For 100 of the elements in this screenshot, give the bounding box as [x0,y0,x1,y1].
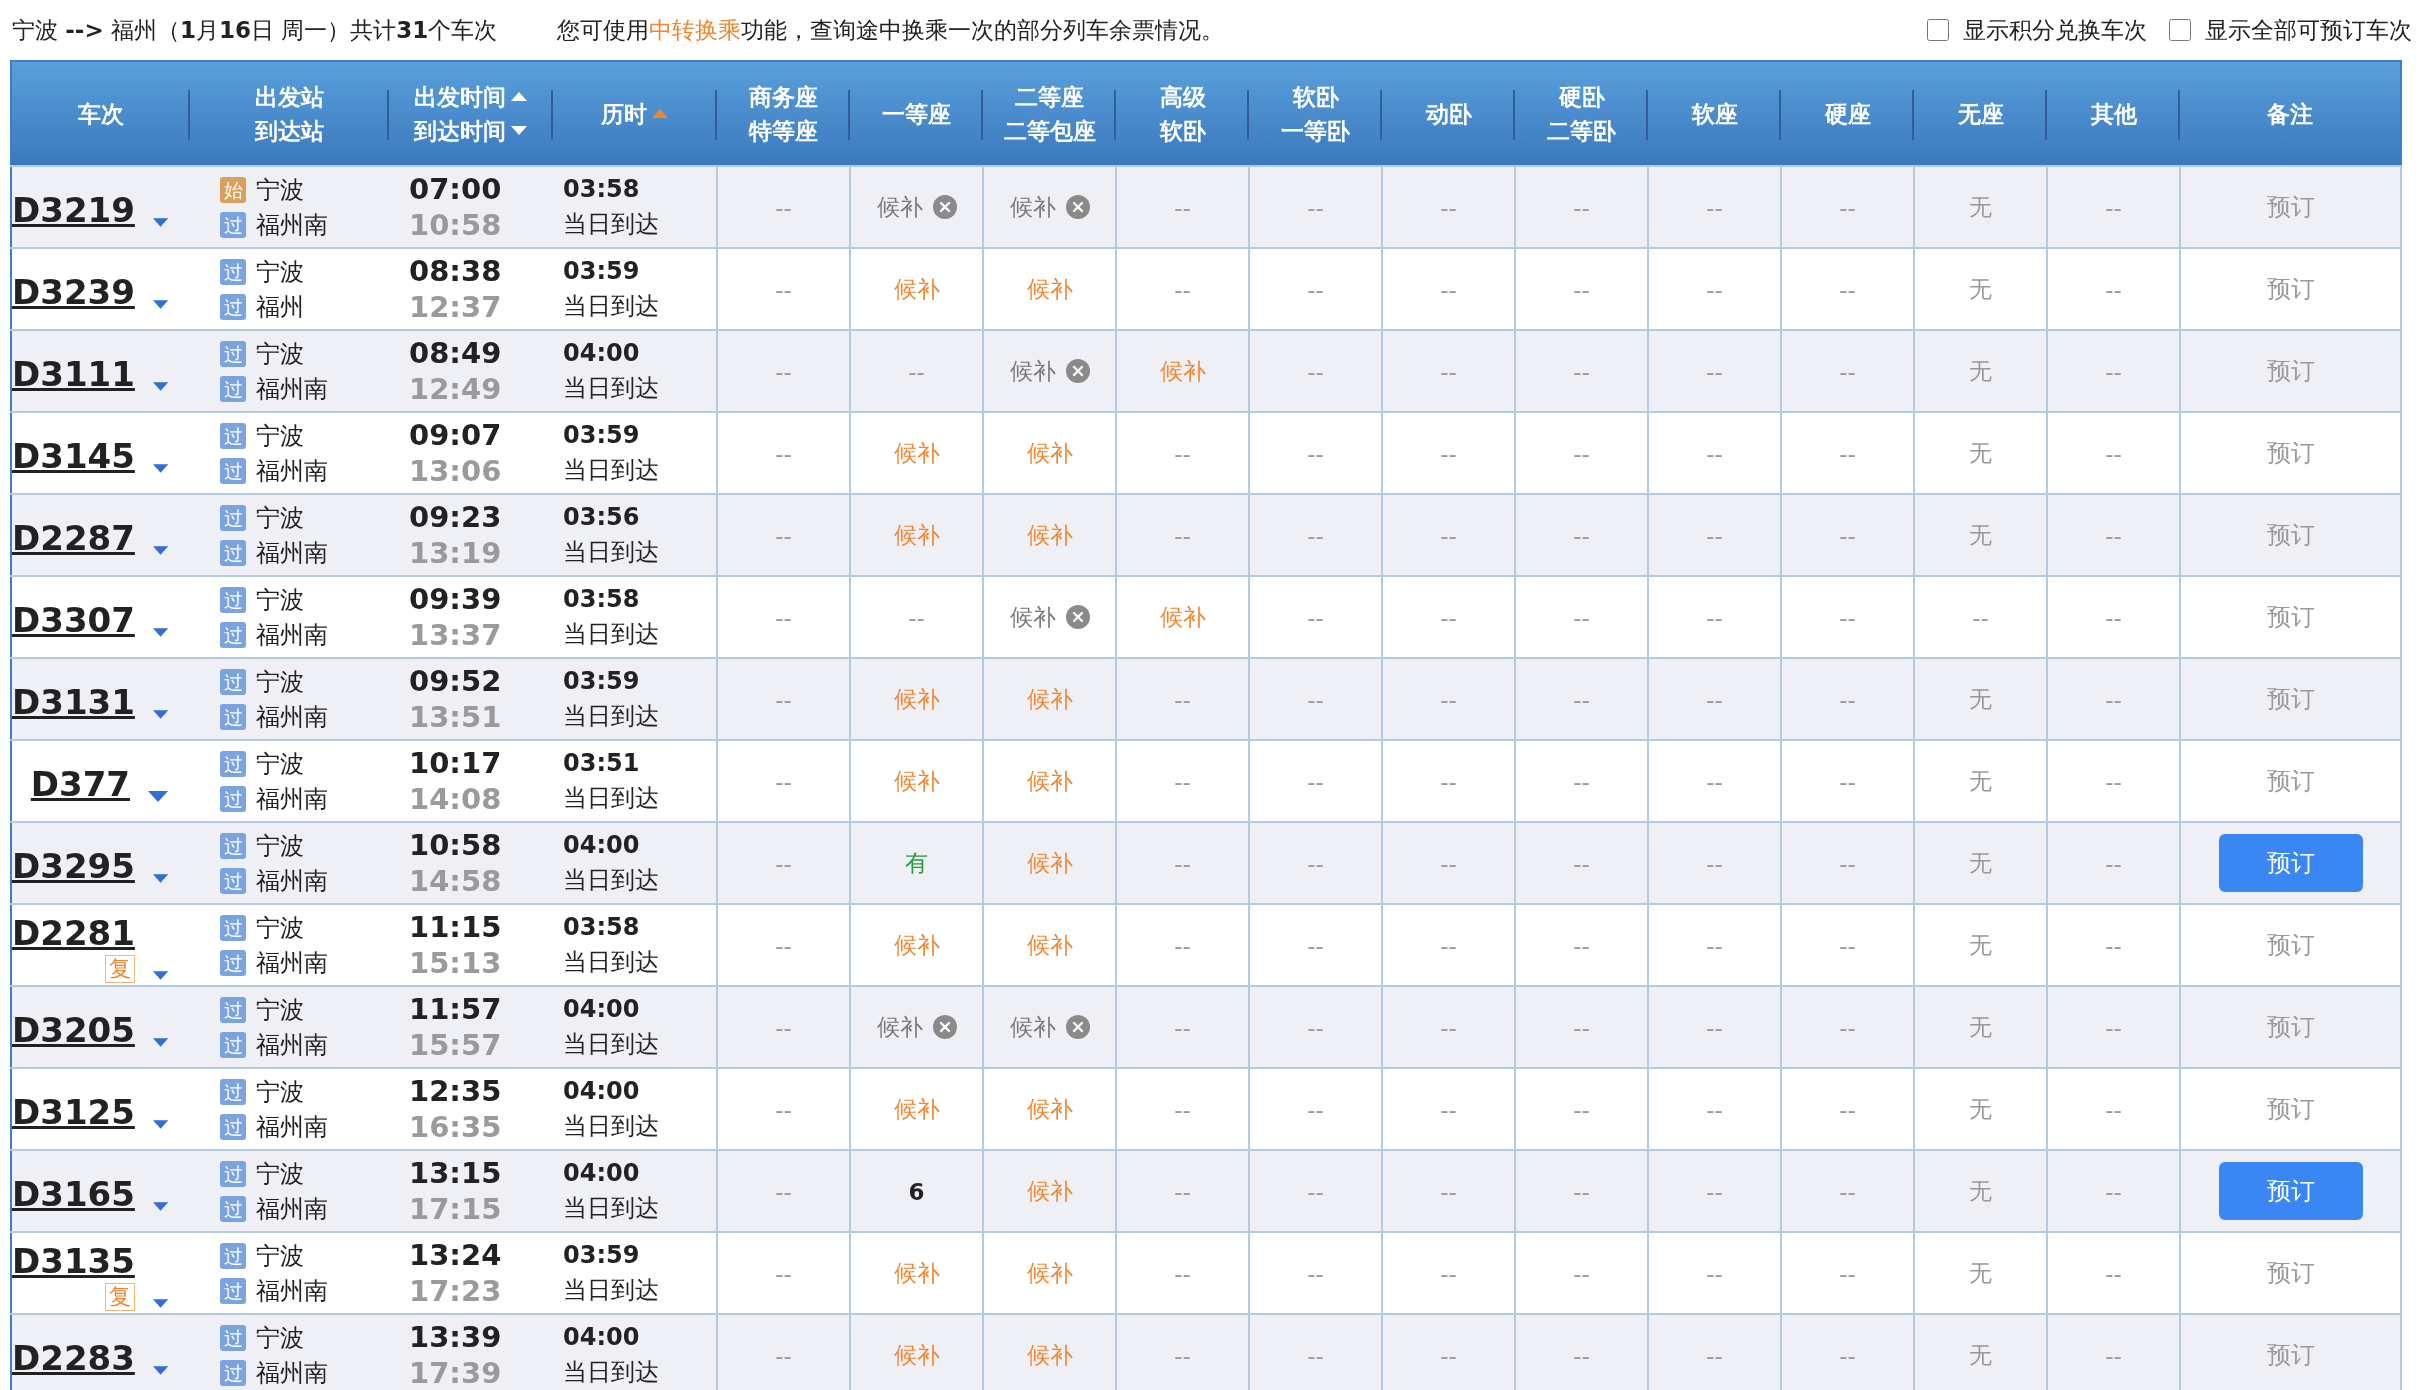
dropdown-caret-icon[interactable] [152,1119,168,1130]
dropdown-caret-icon[interactable] [152,970,168,981]
train-number-link[interactable]: D3295 [12,846,135,886]
seat-status[interactable]: 候补 [893,1095,940,1122]
seat-status[interactable]: 候补 [1026,521,1073,548]
sort-down-icon[interactable] [510,124,528,137]
seat-status: 无 [1969,1177,1992,1204]
seat-status[interactable]: 候补 [1026,1177,1073,1204]
train-number-link[interactable]: D3165 [12,1174,135,1214]
seat-status: -- [2105,604,2122,631]
dropdown-caret-icon[interactable] [152,463,168,474]
checkbox-label: 显示积分兑换车次 [1963,15,2147,45]
seat-status: -- [775,1178,792,1205]
seat-status[interactable]: 候补 [893,1341,940,1368]
seat-status[interactable]: 候补 [1026,849,1073,876]
seat-status[interactable]: 候补 [1026,1341,1073,1368]
duration: 04:00 [563,994,641,1025]
seat-status: -- [1972,604,1989,631]
dropdown-caret-icon[interactable] [152,627,168,638]
station-name: 福州 [256,291,304,323]
train-number-link[interactable]: D377 [30,764,130,804]
arrival-time: 13:37 [409,617,503,653]
transfer-link[interactable]: 中转换乘 [649,16,742,43]
train-number-link[interactable]: D3205 [12,1010,135,1050]
sort-up-icon[interactable] [510,90,528,103]
seat-status: 候补 [1009,193,1056,220]
dropdown-caret-icon[interactable] [152,545,168,556]
book-button[interactable]: 预订 [2266,355,2315,387]
dropdown-caret-icon[interactable] [152,1201,168,1212]
book-button[interactable]: 预订 [2266,1257,2315,1289]
seat-status: 无 [1969,849,1992,876]
book-button[interactable]: 预订 [2266,519,2315,551]
train-number-link[interactable]: D3307 [12,600,135,640]
book-button[interactable]: 预订 [2266,683,2315,715]
dropdown-caret-icon[interactable] [148,791,168,802]
seat-status[interactable]: 候补 [1159,357,1206,384]
transfer-hint: 您可使用中转换乘功能，查询途中换乘一次的部分列车余票情况。 [557,15,1225,45]
checkbox[interactable] [2169,19,2191,41]
seat-status[interactable]: 候补 [893,439,940,466]
column-header: 到达站 [255,116,324,146]
seat-status[interactable]: 候补 [1026,1259,1073,1286]
seat-status: -- [2105,522,2122,549]
train-number-link[interactable]: D3131 [12,682,135,722]
seat-status[interactable]: 候补 [893,931,940,958]
seat-status[interactable]: 6 [908,1178,925,1205]
dropdown-caret-icon[interactable] [152,1298,168,1309]
dropdown-caret-icon[interactable] [152,217,168,228]
seat-status[interactable]: 候补 [1026,767,1073,794]
book-button[interactable]: 预订 [2266,273,2315,305]
train-number-link[interactable]: D3145 [12,436,135,476]
dropdown-caret-icon[interactable] [152,1037,168,1048]
station-badge: 过 [220,621,246,648]
dropdown-caret-icon[interactable] [152,299,168,310]
seat-status: -- [1440,1096,1457,1123]
train-number-link[interactable]: D2283 [12,1338,135,1378]
book-button[interactable]: 预订 [2266,437,2315,469]
seat-status[interactable]: 候补 [1026,931,1073,958]
seat-status: -- [775,850,792,877]
station-badge: 过 [220,914,246,941]
book-button[interactable]: 预订 [2218,834,2363,892]
seat-status[interactable]: 候补 [893,521,940,548]
seat-status[interactable]: 候补 [1026,275,1073,302]
train-number-link[interactable]: D3239 [12,272,135,312]
book-button[interactable]: 预订 [2266,1339,2315,1371]
seat-status: -- [1307,932,1324,959]
seat-status[interactable]: 有 [905,849,928,876]
book-button[interactable]: 预订 [2266,1093,2315,1125]
column-header: 出发站 [255,82,324,112]
arrival-day: 当日到达 [563,1109,716,1144]
dropdown-caret-icon[interactable] [152,1365,168,1376]
seat-status[interactable]: 候补 [1026,439,1073,466]
seat-status[interactable]: 候补 [893,767,940,794]
station-name: 福州南 [256,209,328,241]
book-button[interactable]: 预订 [2266,929,2315,961]
seat-status[interactable]: 候补 [1026,1095,1073,1122]
dropdown-caret-icon[interactable] [152,381,168,392]
checkbox[interactable] [1927,19,1949,41]
train-number-link[interactable]: D3125 [12,1092,135,1132]
train-number-link[interactable]: D3135 [12,1241,135,1281]
book-button[interactable]: 预订 [2266,1011,2315,1043]
train-number-link[interactable]: D3111 [12,354,135,394]
book-button[interactable]: 预订 [2218,1162,2363,1220]
dropdown-caret-icon[interactable] [152,709,168,720]
seat-status[interactable]: 候补 [1159,603,1206,630]
column-header: 硬卧 [1558,82,1605,112]
book-button[interactable]: 预订 [2266,191,2315,223]
train-number-link[interactable]: D2287 [12,518,135,558]
dropdown-caret-icon[interactable] [152,873,168,884]
seat-status[interactable]: 候补 [893,275,940,302]
seat-status[interactable]: 候补 [893,1259,940,1286]
train-number-link[interactable]: D3219 [12,190,135,230]
book-button[interactable]: 预订 [2266,765,2315,797]
book-button[interactable]: 预订 [2266,601,2315,633]
seat-status: -- [1839,1342,1856,1369]
seat-status: -- [1307,276,1324,303]
seat-status[interactable]: 候补 [1026,685,1073,712]
seat-status[interactable]: 候补 [893,685,940,712]
column-header: 软卧 [1292,82,1339,112]
train-number-link[interactable]: D2281 [12,913,135,953]
departure-time: 13:39 [409,1319,503,1355]
